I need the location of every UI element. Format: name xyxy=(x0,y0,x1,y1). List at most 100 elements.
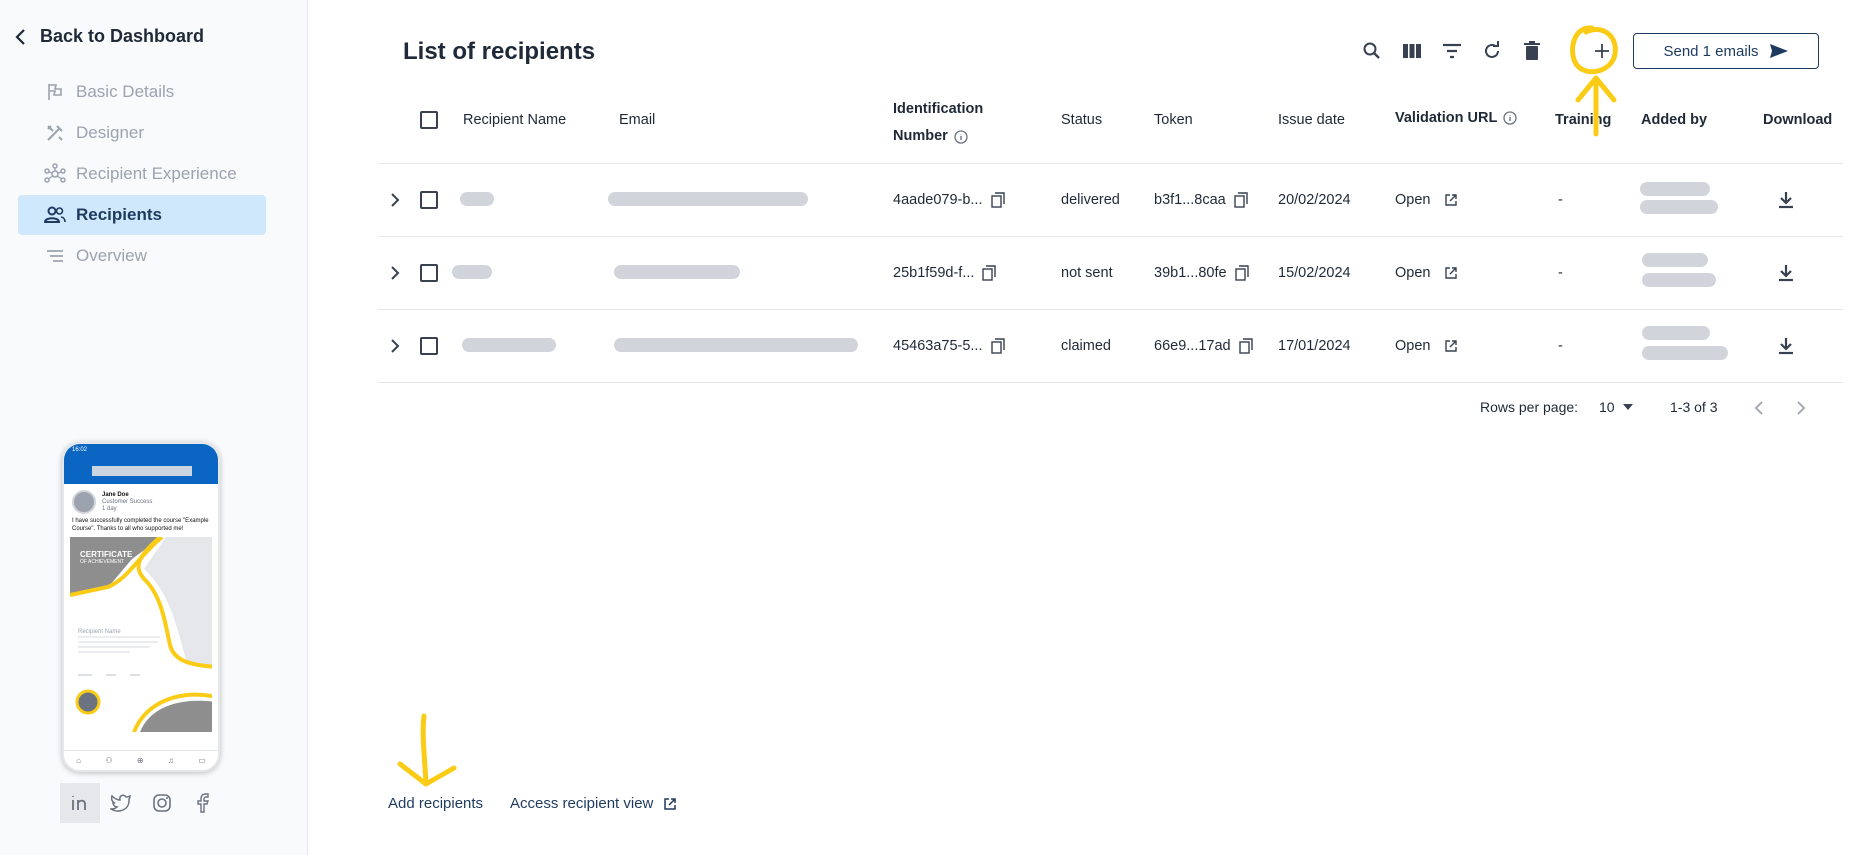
column-training[interactable]: Training xyxy=(1555,112,1611,128)
chevron-right-icon[interactable] xyxy=(386,264,404,282)
table-row[interactable]: 4aade079-b... delivered b3f1...8caa 20/0… xyxy=(378,164,1843,237)
validation-open-link[interactable]: Open xyxy=(1395,338,1430,354)
copy-icon[interactable] xyxy=(990,192,1005,208)
token-cell: 39b1...80fe xyxy=(1154,265,1249,281)
column-issue-date[interactable]: Issue date xyxy=(1278,112,1345,128)
instagram-icon[interactable] xyxy=(142,783,182,823)
chevron-right-icon[interactable] xyxy=(386,337,404,355)
plus-icon xyxy=(1595,44,1609,58)
external-link-icon[interactable] xyxy=(1444,339,1458,353)
external-link-icon xyxy=(664,797,677,810)
send-icon xyxy=(1769,44,1788,58)
search-button[interactable] xyxy=(1358,37,1386,65)
copy-icon[interactable] xyxy=(1234,192,1248,208)
identification-value: 25b1f59d-f... xyxy=(893,265,975,281)
certificate-recipient-name: Recipient Name xyxy=(78,629,121,635)
sidebar: Back to Dashboard Basic Details Designer… xyxy=(0,0,308,855)
column-download[interactable]: Download xyxy=(1763,112,1832,128)
column-token[interactable]: Token xyxy=(1154,112,1193,128)
sidebar-item-overview[interactable]: Overview xyxy=(18,236,266,276)
post-meta: Jane Doe Customer Success 1 day xyxy=(102,492,152,513)
columns-button[interactable] xyxy=(1398,37,1426,65)
download-icon[interactable] xyxy=(1778,263,1794,283)
info-icon[interactable] xyxy=(1503,111,1517,125)
social-tabs xyxy=(60,783,224,823)
rows-per-page-select[interactable]: 10 xyxy=(1599,399,1633,415)
home-icon: ⌂ xyxy=(76,756,82,765)
sidebar-item-recipient-experience[interactable]: Recipient Experience xyxy=(18,154,266,194)
row-checkbox[interactable] xyxy=(420,264,438,282)
pagination-range: 1-3 of 3 xyxy=(1670,399,1718,415)
phone-bottom-nav: ⌂ ⚇ ⊕ ♫ ▭ xyxy=(64,750,218,770)
column-recipient-name[interactable]: Recipient Name xyxy=(463,112,566,128)
send-emails-button[interactable]: Send 1 emails xyxy=(1633,33,1819,69)
add-recipients-link[interactable]: Add recipients xyxy=(388,795,483,812)
validation-open-link[interactable]: Open xyxy=(1395,192,1430,208)
external-link-icon[interactable] xyxy=(1444,193,1458,207)
bell-icon: ♫ xyxy=(167,756,174,765)
certificate-title: CERTIFICATE xyxy=(80,550,133,559)
column-added-by[interactable]: Added by xyxy=(1641,112,1707,128)
delete-button[interactable] xyxy=(1518,37,1546,65)
linkedin-icon[interactable] xyxy=(60,783,100,823)
network-icon: ⚇ xyxy=(105,756,113,765)
column-status[interactable]: Status xyxy=(1061,112,1102,128)
sidebar-item-label: Recipients xyxy=(76,205,162,224)
recipient-preview-phone: 16:02 Jane Doe Customer Success 1 day I … xyxy=(62,442,220,772)
copy-icon[interactable] xyxy=(982,265,997,281)
facebook-icon[interactable] xyxy=(183,783,223,823)
validation-url-cell[interactable]: Open xyxy=(1395,265,1458,281)
added-by-redacted xyxy=(1640,182,1718,214)
download-icon[interactable] xyxy=(1778,190,1794,210)
token-value: 66e9...17ad xyxy=(1154,338,1231,354)
issue-date-cell: 15/02/2024 xyxy=(1278,265,1351,281)
back-to-dashboard-link[interactable]: Back to Dashboard xyxy=(14,26,204,47)
column-identification-number[interactable]: Identification Number xyxy=(893,96,983,150)
validation-url-cell[interactable]: Open xyxy=(1395,338,1458,354)
filter-icon xyxy=(1443,43,1461,59)
copy-icon[interactable] xyxy=(1234,265,1249,281)
phone-time: 16:02 xyxy=(72,447,88,453)
status-cell: delivered xyxy=(1061,192,1120,208)
annotation-down-arrow xyxy=(397,713,457,787)
certificate-subtitle: OF ACHIEVEMENT xyxy=(80,559,125,565)
select-all-checkbox[interactable] xyxy=(420,111,438,129)
add-recipient-button[interactable] xyxy=(1588,37,1616,65)
column-id-line2-wrap: Number xyxy=(893,123,983,150)
validation-open-link[interactable]: Open xyxy=(1395,265,1430,281)
added-by-redacted xyxy=(1642,253,1716,287)
column-email[interactable]: Email xyxy=(619,112,655,128)
external-link-icon[interactable] xyxy=(1444,266,1458,280)
token-value: 39b1...80fe xyxy=(1154,265,1227,281)
sidebar-item-recipients[interactable]: Recipients xyxy=(18,195,266,235)
rows-per-page-value: 10 xyxy=(1599,399,1615,415)
validation-url-cell[interactable]: Open xyxy=(1395,192,1458,208)
column-validation-url[interactable]: Validation URL xyxy=(1395,110,1517,126)
post-role: Customer Success xyxy=(102,498,153,505)
filter-button[interactable] xyxy=(1438,37,1466,65)
download-icon[interactable] xyxy=(1778,336,1794,356)
sidebar-item-basic-details[interactable]: Basic Details xyxy=(18,72,266,112)
info-icon[interactable] xyxy=(954,129,968,144)
status-cell: not sent xyxy=(1061,265,1113,281)
sidebar-item-designer[interactable]: Designer xyxy=(18,113,266,153)
refresh-button[interactable] xyxy=(1478,37,1506,65)
identification-value: 4aade079-b... xyxy=(893,192,983,208)
copy-icon[interactable] xyxy=(1238,338,1253,354)
token-cell: b3f1...8caa xyxy=(1154,192,1248,208)
prev-page-icon[interactable] xyxy=(1752,400,1766,416)
row-checkbox[interactable] xyxy=(420,191,438,209)
row-checkbox[interactable] xyxy=(420,337,438,355)
copy-icon[interactable] xyxy=(990,338,1005,354)
identification-cell: 25b1f59d-f... xyxy=(893,265,997,281)
sidebar-item-label: Overview xyxy=(76,246,147,265)
back-label: Back to Dashboard xyxy=(40,26,205,46)
twitter-icon[interactable] xyxy=(101,783,141,823)
people-icon xyxy=(44,204,66,226)
columns-icon xyxy=(1403,44,1421,58)
table-row[interactable]: 25b1f59d-f... not sent 39b1...80fe 15/02… xyxy=(378,237,1843,310)
access-recipient-view-link[interactable]: Access recipient view xyxy=(510,795,677,812)
table-row[interactable]: 45463a75-5... claimed 66e9...17ad 17/01/… xyxy=(378,310,1843,383)
chevron-right-icon[interactable] xyxy=(386,191,404,209)
next-page-icon[interactable] xyxy=(1794,400,1808,416)
